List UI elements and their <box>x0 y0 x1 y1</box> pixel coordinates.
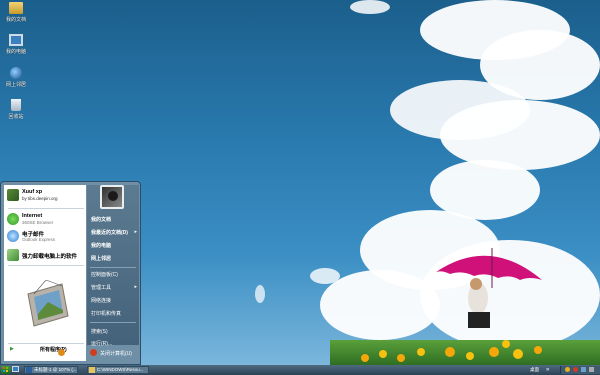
network-icon <box>10 67 22 79</box>
right-item-label: 网上邻居 <box>91 256 112 262</box>
start-menu-left-pane: Xuuf xp by tibs.deepin.org Internet 360S… <box>4 185 86 361</box>
logoff-button[interactable]: 注销(L) <box>58 349 92 359</box>
user-subtitle: by tibs.deepin.org <box>22 196 58 201</box>
right-item-control-panel[interactable]: 控制面板(C) <box>91 271 137 281</box>
right-item-recent-documents[interactable]: 我最近的文档(D) ▸ <box>91 229 137 239</box>
folder-documents-icon <box>9 2 23 14</box>
right-item-admin-tools[interactable]: 管理工具 ▸ <box>91 284 137 294</box>
right-item-search[interactable]: 搜索(S) <box>91 328 137 338</box>
email-icon <box>7 230 19 242</box>
tray-icon[interactable] <box>565 367 570 372</box>
logoff-label: 注销(L) <box>68 351 85 357</box>
right-item-printers[interactable]: 打印机和传真 <box>91 310 137 320</box>
photoshop-icon <box>26 367 32 373</box>
right-item-network[interactable]: 网上邻居 <box>91 255 137 265</box>
cloud <box>440 100 600 170</box>
cloud <box>310 268 340 284</box>
recycle-bin-icon <box>11 99 21 111</box>
user-icon <box>7 189 19 201</box>
start-menu-bottom-bar: 注销(L) 关闭计算机(U) <box>4 345 139 363</box>
flowers <box>361 348 425 362</box>
separator <box>8 343 84 344</box>
submenu-arrow-icon: ▸ <box>134 229 137 235</box>
taskbar-button-photoshop[interactable]: 未标题-1 @ 107% (... <box>24 366 78 374</box>
pinned-item-subtitle: Outlook Express <box>22 237 56 242</box>
right-item-label: 控制面板(C) <box>91 272 118 278</box>
pinned-item-email[interactable]: 电子邮件 Outlook Express <box>7 230 85 244</box>
quick-launch-desktop[interactable] <box>12 366 22 374</box>
cloud <box>255 285 265 303</box>
pinned-item-internet[interactable]: Internet 360SE Browser <box>7 213 85 227</box>
tray-icon[interactable] <box>573 367 578 372</box>
desktop-icon-my-computer[interactable]: 我的电脑 <box>2 34 30 55</box>
folder-icon <box>89 367 95 373</box>
show-desktop-icon <box>12 366 19 372</box>
pinned-item-title: 强力卸载电脑上的软件 <box>22 254 78 260</box>
tray-desktop-label[interactable]: 桌面 <box>530 366 544 374</box>
desktop-icon-label: 回收站 <box>8 114 24 120</box>
right-item-my-documents[interactable]: 我的文档 <box>91 216 137 226</box>
taskbar-button-label: 未标题-1 @ 107% (... <box>34 367 77 372</box>
picture-frame-illustration <box>27 280 69 327</box>
cloud <box>350 0 390 14</box>
separator <box>8 265 84 266</box>
user-name: Xuuf xp <box>22 189 43 195</box>
right-item-label: 我最近的文档(D) <box>91 230 128 236</box>
desktop-icon-label: 我的电脑 <box>5 49 26 55</box>
umbrella-girl-illustration <box>436 248 542 360</box>
right-item-label: 搜索(S) <box>91 329 108 335</box>
right-item-label: 打印机和传真 <box>91 311 122 317</box>
submenu-arrow-icon: ▸ <box>134 284 137 290</box>
internet-browser-icon <box>7 213 19 225</box>
right-item-my-computer[interactable]: 我的电脑 <box>91 242 137 252</box>
shutdown-label: 关闭计算机(U) <box>100 351 132 357</box>
separator <box>8 208 84 209</box>
tray-icon[interactable] <box>581 367 586 372</box>
system-tray <box>560 366 600 374</box>
toolbar-expand-icon[interactable]: » <box>546 366 554 374</box>
right-item-label: 我的文档 <box>91 217 112 223</box>
taskbar: 未标题-1 @ 107% (... C:\WINDOWS\Resou... 桌面… <box>0 365 600 375</box>
right-item-label: 管理工具 <box>91 285 112 291</box>
logoff-icon <box>58 349 65 356</box>
desktop-icon-recycle-bin[interactable]: 回收站 <box>2 99 30 120</box>
power-icon <box>90 349 97 356</box>
uninstall-icon <box>7 249 19 261</box>
shutdown-button[interactable]: 关闭计算机(U) <box>90 349 140 359</box>
desktop-icon-label: 网上邻居 <box>5 82 26 88</box>
right-item-label: 我的电脑 <box>91 243 112 249</box>
start-menu-user-header: Xuuf xp by tibs.deepin.org <box>7 189 85 203</box>
right-item-network-connections[interactable]: 网络连接 <box>91 297 137 307</box>
right-item-label: 网络连接 <box>91 298 112 304</box>
taskbar-button-label: C:\WINDOWS\Resou... <box>97 367 144 372</box>
start-menu-right-pane: 我的文档 我最近的文档(D) ▸ 我的电脑 网上邻居 控制面板(C) 管理工具 ▸ … <box>87 185 139 347</box>
desktop-icon-network[interactable]: 网上邻居 <box>2 67 30 88</box>
avatar-face <box>108 191 118 201</box>
windows-logo-icon <box>3 367 8 372</box>
computer-icon <box>9 34 23 46</box>
separator <box>90 322 136 323</box>
separator <box>90 267 136 268</box>
volume-icon[interactable] <box>589 367 594 372</box>
desktop-icon-my-documents[interactable]: 我的文档 <box>2 2 30 23</box>
pinned-item-title: Internet <box>22 213 43 219</box>
pinned-item-uninstall[interactable]: 强力卸载电脑上的软件 <box>7 249 85 263</box>
pinned-item-subtitle: 360SE Browser <box>22 220 54 225</box>
taskbar-button-explorer[interactable]: C:\WINDOWS\Resou... <box>87 366 149 374</box>
user-avatar[interactable] <box>100 185 124 209</box>
start-button[interactable] <box>1 366 11 374</box>
desktop-icon-label: 我的文档 <box>5 17 26 23</box>
